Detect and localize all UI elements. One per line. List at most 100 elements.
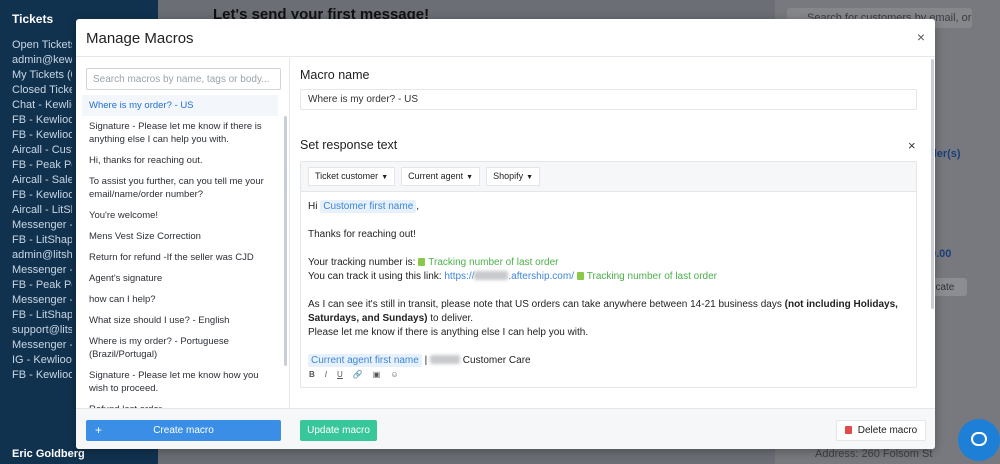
macro-list-item[interactable]: Where is my order? - US xyxy=(82,95,278,116)
transit-end-text: to deliver. xyxy=(430,313,474,324)
customer-first-name-variable[interactable]: Customer first name xyxy=(320,200,417,213)
caret-down-icon: ▼ xyxy=(526,174,534,181)
macro-list-item[interactable]: Where is my order? - Portuguese (Brazil/… xyxy=(82,331,278,365)
macro-list-item[interactable]: Mens Vest Size Correction xyxy=(82,226,278,247)
bold-icon[interactable]: B xyxy=(309,370,315,379)
redacted-brand xyxy=(430,355,460,364)
macro-list-item[interactable]: Agent's signature xyxy=(82,268,278,289)
sidebar-item: IG - Kewlioo ( xyxy=(12,354,72,366)
modal-title: Manage Macros xyxy=(86,30,194,47)
macro-list-item[interactable]: Hi, thanks for reaching out. xyxy=(82,150,278,171)
macro-editor-panel: Macro name Set response text × Ticket cu… xyxy=(291,58,935,408)
update-macro-button[interactable]: Update macro xyxy=(300,420,377,441)
tracking-variable-label-2: Tracking number of last order xyxy=(586,271,718,282)
sidebar-item: FB - Kewlioo (0) xyxy=(12,369,72,381)
create-macro-button[interactable]: + Create macro xyxy=(86,420,281,441)
close-response-icon[interactable]: × xyxy=(908,138,916,153)
signature-line: Current agent first name | Customer Care xyxy=(308,354,909,368)
chat-widget-button[interactable] xyxy=(958,419,1000,461)
sidebar-list: Open Tickets ( admin@kewlioo My Tickets (0… xyxy=(12,38,72,383)
tracking-variable-label: Tracking number of last order xyxy=(428,257,559,268)
tracking-number-variable[interactable]: Tracking number of last order xyxy=(418,257,559,268)
macro-list-item[interactable]: Signature - Please let me know if there … xyxy=(82,116,278,150)
ticket-customer-label: Ticket customer xyxy=(315,171,379,181)
format-toolbar: B I U 🔗 ▣ ☺ xyxy=(309,370,399,379)
macro-list-item[interactable]: how can I help? xyxy=(82,289,278,310)
sidebar-item: Aircall - Sales xyxy=(12,174,72,186)
track-link-prefix: You can track it using this link: xyxy=(308,271,442,282)
close-icon[interactable]: × xyxy=(917,29,925,45)
macro-list: Where is my order? - US Signature - Pleas… xyxy=(82,95,278,408)
underline-icon[interactable]: U xyxy=(337,370,343,379)
shopify-icon xyxy=(576,272,584,280)
macro-name-input[interactable] xyxy=(300,89,917,110)
caret-down-icon: ▼ xyxy=(466,174,474,181)
aftership-link[interactable]: https:// .aftership.com/ xyxy=(444,271,574,282)
shopify-label: Shopify xyxy=(493,171,524,181)
current-agent-label: Current agent xyxy=(408,171,464,181)
editor-body[interactable]: Hi Customer first name, Thanks for reach… xyxy=(301,192,916,376)
macro-list-item[interactable]: Return for refund -If the seller was CJD xyxy=(82,247,278,268)
macro-search-input[interactable] xyxy=(86,68,281,90)
greeting-text: Hi xyxy=(308,201,318,212)
create-macro-label: Create macro xyxy=(153,425,214,436)
chat-icon xyxy=(971,432,987,446)
sidebar-title: Tickets xyxy=(12,12,54,26)
sidebar-item: Messenger - L xyxy=(12,219,72,231)
macro-list-item[interactable]: Refund last order xyxy=(82,399,278,408)
sidebar-item: FB - LitShape xyxy=(12,234,72,246)
sidebar-item: FB - Kewlioo ( xyxy=(12,114,72,126)
sidebar-item: FB - Peak Perf xyxy=(12,159,72,171)
response-editor[interactable]: Ticket customer ▼ Current agent ▼ Shopify ▼… xyxy=(300,161,917,388)
sidebar-item: FB - Peak Perf xyxy=(12,279,72,291)
modal-header: Manage Macros × xyxy=(76,19,935,57)
greeting-line: Hi Customer first name, xyxy=(308,200,909,214)
agent-first-name-variable[interactable]: Current agent first name xyxy=(308,354,422,367)
sidebar-item: Open Tickets ( xyxy=(12,39,72,51)
address-text: Address: 260 Folsom St xyxy=(815,448,933,460)
macro-name-label: Macro name xyxy=(300,68,370,82)
ticket-customer-dropdown[interactable]: Ticket customer ▼ xyxy=(308,167,396,186)
tracking-number-variable-2[interactable]: Tracking number of last order xyxy=(576,271,718,282)
sidebar-item: FB - Kewlioo ( xyxy=(12,189,72,201)
macro-list-item[interactable]: What size should I use? - English xyxy=(82,310,278,331)
macro-list-item[interactable]: To assist you further, can you tell me y… xyxy=(82,171,278,205)
shopify-icon xyxy=(418,258,426,266)
user-name: Eric Goldberg xyxy=(12,448,85,460)
delete-macro-label: Delete macro xyxy=(857,425,918,436)
sidebar-item: My Tickets (0) xyxy=(12,69,72,81)
plus-icon: + xyxy=(95,423,103,437)
sidebar-item: admin@litshap xyxy=(12,249,72,261)
link-start: https:// xyxy=(444,271,475,282)
current-agent-dropdown[interactable]: Current agent ▼ xyxy=(401,167,481,186)
macro-list-item[interactable]: Signature - Please let me know how you w… xyxy=(82,365,278,399)
modal-footer: + Create macro Update macro Delete macro xyxy=(76,408,935,449)
sidebar-item: Messenger - L xyxy=(12,294,72,306)
response-text-label: Set response text xyxy=(300,138,398,152)
link-end: .aftership.com/ xyxy=(508,271,574,282)
sidebar-item: FB - LitShape xyxy=(12,309,72,321)
italic-icon[interactable]: I xyxy=(325,370,327,379)
link-icon[interactable]: 🔗 xyxy=(353,370,363,379)
emoji-icon[interactable]: ☺ xyxy=(390,370,398,379)
thanks-line: Thanks for reaching out! xyxy=(308,229,416,240)
sidebar-item: Closed Tickets xyxy=(12,84,72,96)
sidebar-item: admin@kewlioo xyxy=(12,54,72,66)
sidebar-item: support@litsha xyxy=(12,324,72,336)
sidebar-item: FB - Kewlioo ( xyxy=(12,129,72,141)
sidebar-item: Chat - Kewlioo xyxy=(12,99,72,111)
trash-icon xyxy=(844,426,852,434)
sidebar-item: Messenger - K xyxy=(12,339,72,351)
manage-macros-modal: Manage Macros × Where is my order? - USS… xyxy=(76,19,935,449)
anything-else-line: Please let me know if there is anything … xyxy=(308,327,589,338)
sidebar-item: Messenger - P xyxy=(12,264,72,276)
shopify-dropdown[interactable]: Shopify ▼ xyxy=(486,167,541,186)
redacted-text xyxy=(474,271,509,280)
macro-list-item[interactable]: You're welcome! xyxy=(82,205,278,226)
macro-list-scrollbar[interactable] xyxy=(284,116,287,366)
editor-scrollbar[interactable] xyxy=(931,59,934,309)
image-icon[interactable]: ▣ xyxy=(373,370,381,379)
customer-care-text: Customer Care xyxy=(462,355,531,366)
macro-list-panel: Where is my order? - USSignature - Pleas… xyxy=(76,58,290,408)
delete-macro-button[interactable]: Delete macro xyxy=(836,420,926,441)
